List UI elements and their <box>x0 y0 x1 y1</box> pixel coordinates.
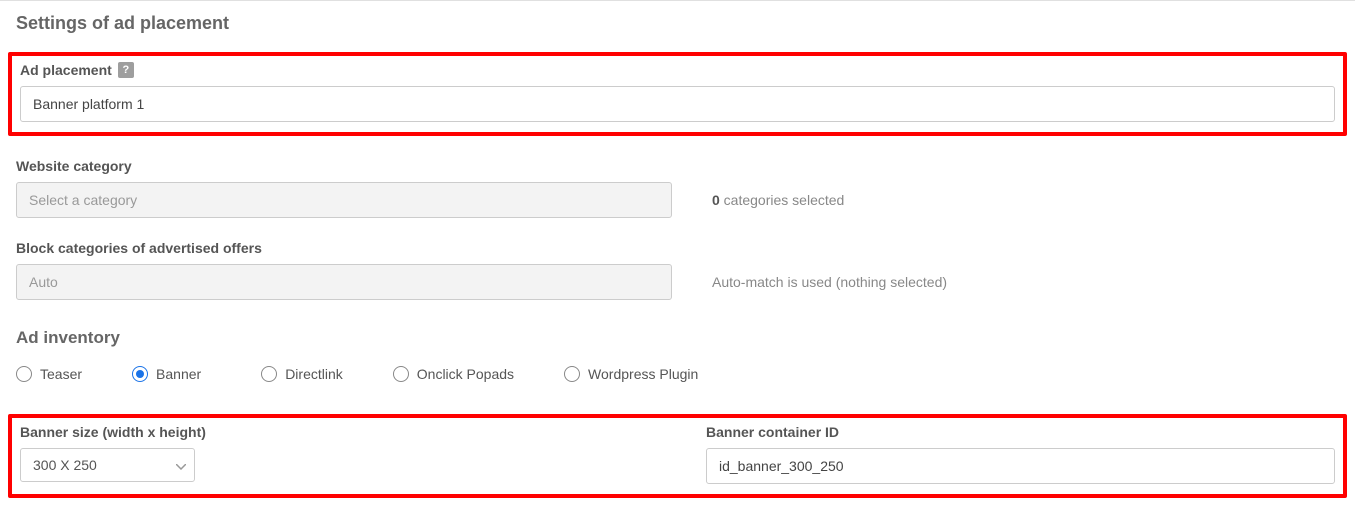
field-banner-size: Banner size (width x height) 300 X 250 <box>20 424 666 484</box>
block-categories-label: Block categories of advertised offers <box>16 240 1339 256</box>
banner-size-label: Banner size (width x height) <box>20 424 666 440</box>
settings-panel: Settings of ad placement Ad placement ? … <box>0 0 1355 518</box>
ad-inventory-radio-group: Teaser Banner Directlink Onclick Popads … <box>16 366 1339 382</box>
field-banner-container-id: Banner container ID <box>706 424 1335 484</box>
block-categories-hint: Auto-match is used (nothing selected) <box>712 274 1339 290</box>
banner-size-value: 300 X 250 <box>33 457 97 473</box>
block-categories-input[interactable] <box>16 264 672 300</box>
website-category-count: 0 categories selected <box>712 192 1339 208</box>
radio-dot-icon <box>136 370 144 378</box>
page-title: Settings of ad placement <box>16 13 1339 34</box>
radio-banner[interactable]: Banner <box>132 366 201 382</box>
banner-container-input[interactable] <box>706 448 1335 484</box>
radio-label-onclick: Onclick Popads <box>417 366 514 382</box>
field-ad-placement: Ad placement ? <box>20 62 1335 122</box>
ad-placement-label-text: Ad placement <box>20 62 112 78</box>
radio-onclick-popads[interactable]: Onclick Popads <box>393 366 514 382</box>
ad-inventory-heading: Ad inventory <box>16 328 1339 348</box>
radio-label-banner: Banner <box>156 366 201 382</box>
category-count-number: 0 <box>712 192 720 208</box>
website-category-label: Website category <box>16 158 1339 174</box>
ad-placement-label: Ad placement ? <box>20 62 1335 78</box>
radio-icon <box>132 366 148 382</box>
radio-label-wordpress: Wordpress Plugin <box>588 366 698 382</box>
ad-placement-input[interactable] <box>20 86 1335 122</box>
category-count-suffix: categories selected <box>720 192 845 208</box>
radio-icon <box>393 366 409 382</box>
field-website-category: Website category 0 categories selected <box>16 158 1339 218</box>
radio-directlink[interactable]: Directlink <box>261 366 343 382</box>
radio-label-directlink: Directlink <box>285 366 343 382</box>
chevron-down-icon <box>176 457 186 473</box>
radio-label-teaser: Teaser <box>40 366 82 382</box>
field-block-categories: Block categories of advertised offers Au… <box>16 240 1339 300</box>
website-category-input[interactable] <box>16 182 672 218</box>
radio-wordpress-plugin[interactable]: Wordpress Plugin <box>564 366 698 382</box>
banner-size-select[interactable]: 300 X 250 <box>20 448 195 482</box>
banner-settings-highlight: Banner size (width x height) 300 X 250 B… <box>8 414 1347 498</box>
radio-icon <box>16 366 32 382</box>
radio-teaser[interactable]: Teaser <box>16 366 82 382</box>
radio-icon <box>564 366 580 382</box>
radio-icon <box>261 366 277 382</box>
banner-container-label: Banner container ID <box>706 424 1335 440</box>
ad-placement-highlight: Ad placement ? <box>8 52 1347 136</box>
help-icon[interactable]: ? <box>118 62 134 78</box>
